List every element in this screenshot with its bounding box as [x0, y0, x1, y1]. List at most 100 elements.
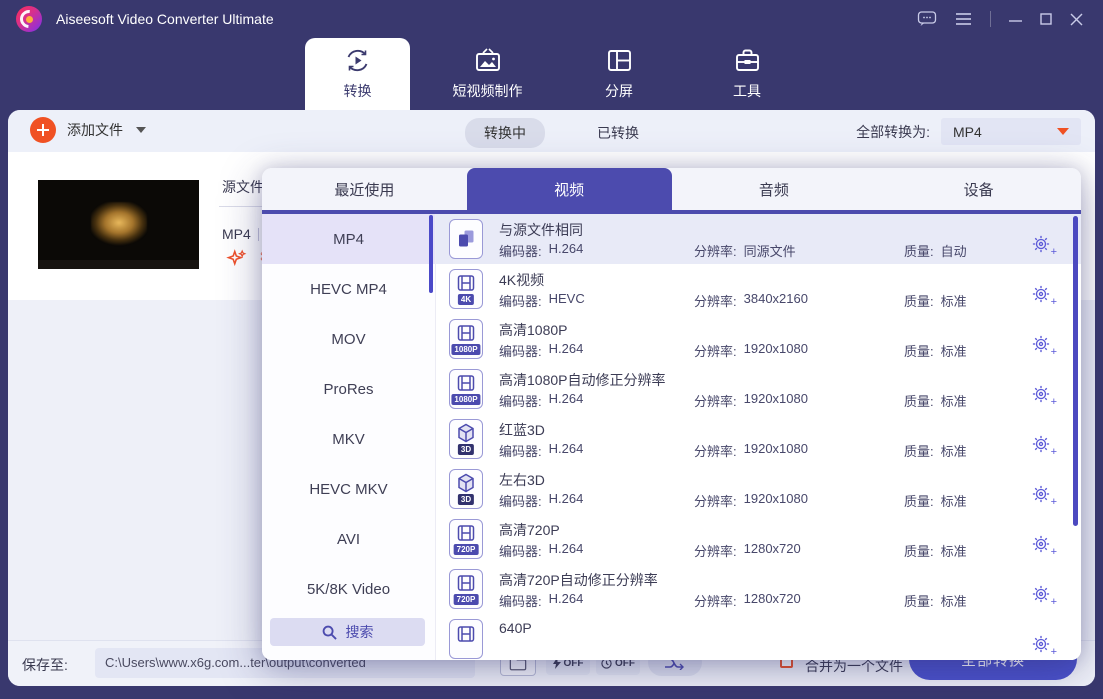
sidebar-format-item[interactable]: MOV: [262, 314, 435, 364]
sidebar-format-item[interactable]: HEVC MKV: [262, 464, 435, 514]
resolution-info: 分辨率:3840x2160: [694, 291, 808, 310]
tab-convert[interactable]: 转换: [305, 38, 410, 110]
format-profile-row[interactable]: 720P 高清720P 编码器:H.264 分辨率:1280x720 质量:标准: [436, 514, 1081, 564]
encoder-info: 编码器:H.264: [499, 491, 583, 510]
format-badge: 720P: [454, 544, 479, 555]
resolution-info: 分辨率:1920x1080: [694, 391, 808, 410]
quality-info: 质量:自动: [904, 241, 967, 260]
encoder-info: 编码器:H.264: [499, 441, 583, 460]
tab-short-video-label: 短视频制作: [453, 81, 523, 101]
plus-icon: [30, 117, 56, 143]
search-button[interactable]: 搜索: [270, 618, 425, 646]
search-icon: [322, 625, 337, 640]
tab-audio[interactable]: 音频: [672, 168, 877, 210]
resolution-info: 分辨率:1920x1080: [694, 441, 808, 460]
filter-converting[interactable]: 转换中: [465, 118, 545, 148]
titlebar: Aiseesoft Video Converter Ultimate: [0, 0, 1103, 38]
format-sidebar: MP4 HEVC MP4 MOV ProRes MKV HEVC MKV AVI…: [262, 214, 436, 660]
quality-info: 质量:标准: [904, 591, 967, 610]
maximize-icon[interactable]: [1040, 13, 1052, 25]
format-profile-row[interactable]: 3D 左右3D 编码器:H.264 分辨率:1920x1080 质量:标准: [436, 464, 1081, 514]
app-logo-icon: [16, 6, 42, 32]
format-type-icon: 1080P: [449, 369, 483, 409]
format-profile-row[interactable]: 与源文件相同 编码器:H.264 分辨率:同源文件 质量:自动: [436, 214, 1081, 264]
feedback-icon[interactable]: [917, 10, 937, 28]
profile-title: 640P: [499, 620, 532, 636]
save-to-label: 保存至:: [22, 655, 68, 675]
encoder-info: 编码器:H.264: [499, 541, 583, 560]
profile-title: 高清720P自动修正分辨率: [499, 570, 658, 590]
tab-short-video[interactable]: 短视频制作: [425, 38, 550, 110]
tab-convert-label: 转换: [344, 81, 372, 101]
format-badge: 1080P: [451, 344, 480, 355]
resolution-info: 分辨率:1280x720: [694, 541, 801, 560]
format-picker-popup: 最近使用 视频 音频 设备 MP4 HEVC MP4 MOV ProRes MK…: [262, 168, 1081, 660]
sidebar-format-item[interactable]: AVI: [262, 514, 435, 564]
tab-split-screen[interactable]: 分屏: [578, 38, 660, 110]
close-icon[interactable]: [1070, 13, 1083, 26]
tab-device[interactable]: 设备: [876, 168, 1081, 210]
format-profile-row[interactable]: 1080P 高清1080P 编码器:H.264 分辨率:1920x1080 质量…: [436, 314, 1081, 364]
profile-settings-gear-icon[interactable]: [1032, 335, 1052, 355]
split-screen-icon: [606, 47, 633, 74]
profile-title: 高清720P: [499, 520, 560, 540]
format-type-icon: [449, 619, 483, 659]
profile-settings-gear-icon[interactable]: [1032, 485, 1052, 505]
sidebar-format-label: ProRes: [323, 381, 373, 398]
titlebar-separator: [990, 11, 991, 27]
format-profile-list: 与源文件相同 编码器:H.264 分辨率:同源文件 质量:自动: [436, 214, 1081, 660]
resolution-info: 分辨率:1920x1080: [694, 341, 808, 360]
tab-toolbox[interactable]: 工具: [703, 38, 791, 110]
source-format-value: MP4: [222, 226, 251, 242]
menu-icon[interactable]: [955, 12, 972, 26]
tab-video[interactable]: 视频: [467, 168, 672, 210]
quality-info: 质量:标准: [904, 291, 967, 310]
sidebar-format-label: HEVC MP4: [310, 281, 387, 298]
format-profile-row[interactable]: 720P 高清720P自动修正分辨率 编码器:H.264 分辨率:1280x72…: [436, 564, 1081, 614]
edit-effects-icon[interactable]: [226, 248, 247, 274]
tab-toolbox-label: 工具: [733, 81, 761, 101]
chevron-down-icon: [1057, 128, 1069, 135]
resolution-info: 分辨率:1280x720: [694, 591, 801, 610]
profile-settings-gear-icon[interactable]: [1032, 585, 1052, 605]
encoder-info: 编码器:H.264: [499, 591, 583, 610]
app-window: Aiseesoft Video Converter Ultimate: [0, 0, 1103, 699]
filter-converted[interactable]: 已转换: [597, 123, 639, 143]
format-profile-row[interactable]: 3D 红蓝3D 编码器:H.264 分辨率:1920x1080 质量:标准: [436, 414, 1081, 464]
sidebar-format-item[interactable]: MKV: [262, 414, 435, 464]
profile-settings-gear-icon[interactable]: [1032, 435, 1052, 455]
format-badge: 4K: [458, 294, 474, 305]
profile-title: 左右3D: [499, 470, 545, 490]
profile-title: 与源文件相同: [499, 220, 583, 240]
add-files-label: 添加文件: [67, 120, 123, 140]
format-badge: 3D: [458, 444, 474, 455]
sidebar-format-label: AVI: [337, 531, 360, 548]
sidebar-format-item[interactable]: HEVC MP4: [262, 264, 435, 314]
sidebar-scrollbar-thumb[interactable]: [429, 215, 433, 293]
tab-recent[interactable]: 最近使用: [262, 168, 467, 210]
list-scrollbar-thumb[interactable]: [1073, 216, 1078, 526]
profile-settings-gear-icon[interactable]: [1032, 635, 1052, 655]
minimize-icon[interactable]: [1009, 13, 1022, 25]
profile-settings-gear-icon[interactable]: [1032, 385, 1052, 405]
profile-title: 4K视频: [499, 270, 544, 290]
thumbnail-strip: [38, 260, 199, 269]
format-profile-row[interactable]: 640P: [436, 614, 1081, 660]
format-profile-row[interactable]: 1080P 高清1080P自动修正分辨率 编码器:H.264 分辨率:1920x…: [436, 364, 1081, 414]
sidebar-format-item[interactable]: 5K/8K Video: [262, 564, 435, 614]
output-format-select[interactable]: MP4: [941, 118, 1081, 145]
profile-settings-gear-icon[interactable]: [1032, 535, 1052, 555]
output-format-value: MP4: [953, 124, 982, 140]
format-type-icon: 3D: [449, 469, 483, 509]
video-thumbnail[interactable]: [38, 180, 199, 269]
encoder-info: 编码器:H.264: [499, 241, 583, 260]
sidebar-format-item[interactable]: ProRes: [262, 364, 435, 414]
format-type-icon: 720P: [449, 569, 483, 609]
sidebar-format-item[interactable]: MP4: [262, 214, 435, 264]
format-profile-row[interactable]: 4K 4K视频 编码器:HEVC 分辨率:3840x2160 质量:标准: [436, 264, 1081, 314]
source-format-info: MP4: [222, 226, 259, 242]
chevron-down-icon[interactable]: [136, 127, 146, 133]
profile-settings-gear-icon[interactable]: [1032, 285, 1052, 305]
profile-settings-gear-icon[interactable]: [1032, 235, 1052, 255]
add-files-button[interactable]: 添加文件: [30, 117, 146, 143]
